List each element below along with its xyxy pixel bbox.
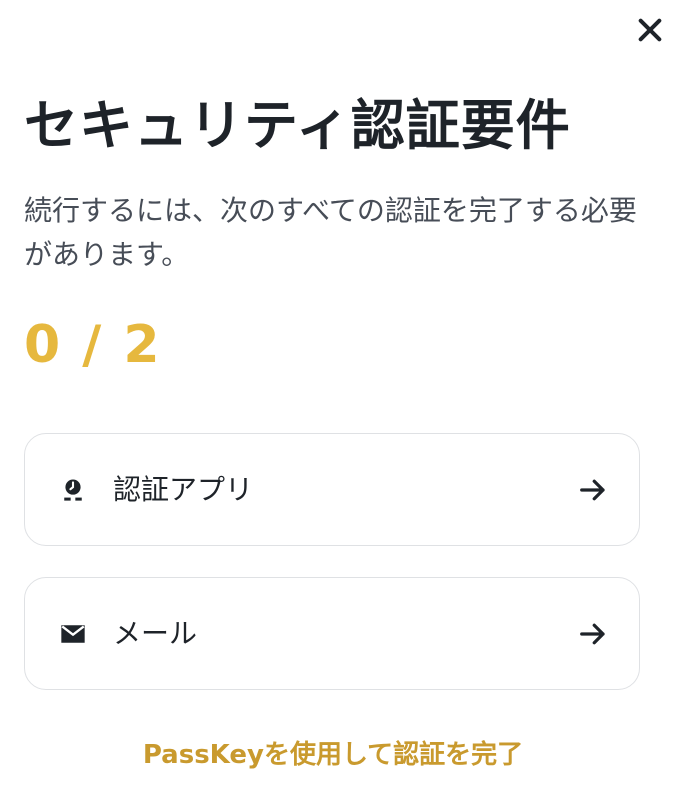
verification-progress: 0 / 2 <box>24 315 162 375</box>
page-subtitle: 続行するには、次のすべての認証を完了する必要があります。 <box>24 194 637 271</box>
email-option[interactable]: メール <box>24 577 640 690</box>
close-button[interactable] <box>632 12 668 48</box>
email-icon <box>59 620 87 648</box>
authenticator-app-label: 認証アプリ <box>113 472 254 506</box>
arrow-right-icon <box>577 474 609 506</box>
authenticator-app-option[interactable]: 認証アプリ <box>24 433 640 546</box>
close-icon <box>638 18 662 42</box>
page-title: セキュリティ認証要件 <box>24 94 571 157</box>
passkey-link[interactable]: PassKeyを使用して認証を完了 <box>0 736 666 774</box>
authenticator-app-icon <box>59 476 87 504</box>
email-label: メール <box>113 616 198 650</box>
arrow-right-icon <box>577 618 609 650</box>
